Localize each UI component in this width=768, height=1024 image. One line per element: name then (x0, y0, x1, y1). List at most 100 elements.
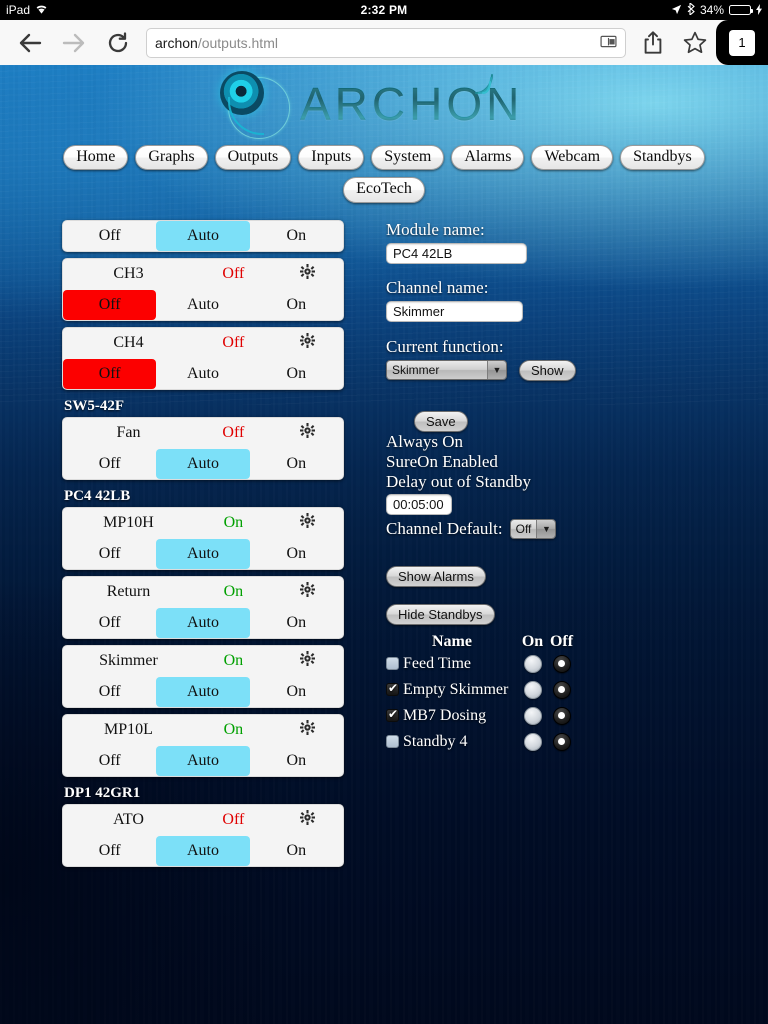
nav-button-graphs[interactable]: Graphs (135, 145, 208, 171)
channel-mode-button-off[interactable]: Off (63, 358, 157, 389)
url-address-bar[interactable]: archon/outputs.html (146, 27, 626, 58)
standby-off-cell (547, 680, 576, 699)
channel-mode-button-on[interactable]: On (250, 608, 343, 638)
channel-mode-button-on[interactable]: On (250, 449, 343, 479)
channel-mode-button-on[interactable]: On (250, 290, 343, 320)
channel-status-text: On (223, 721, 244, 739)
nav-button-system[interactable]: System (371, 145, 445, 171)
charging-bolt-icon (756, 3, 762, 17)
channel-mode-button-auto[interactable]: Auto (156, 448, 250, 479)
channel-mode-button-auto[interactable]: Auto (156, 290, 249, 320)
back-button[interactable] (8, 21, 52, 65)
nav-button-inputs[interactable]: Inputs (298, 145, 365, 171)
channel-card: Off Auto On (62, 219, 344, 252)
tab-switcher-button[interactable]: 1 (716, 20, 768, 65)
channel-mode-button-on[interactable]: On (250, 836, 343, 866)
gear-icon[interactable] (275, 810, 341, 830)
channel-card-header: ATO Off (63, 805, 343, 836)
nav-button-standbys[interactable]: Standbys (620, 145, 705, 171)
standby-off-radio[interactable] (552, 732, 571, 751)
reload-button[interactable] (96, 21, 140, 65)
channel-status-text: Off (222, 811, 245, 829)
status-bar-right: 34% (568, 2, 768, 17)
nav-button-ecotech[interactable]: EcoTech (343, 177, 425, 203)
standby-on-radio[interactable] (523, 732, 542, 751)
nav-button-home[interactable]: Home (63, 145, 129, 171)
channel-mode-button-on[interactable]: On (250, 746, 343, 776)
channel-mode-button-on[interactable]: On (250, 539, 343, 569)
reader-view-icon[interactable] (600, 35, 617, 51)
current-function-label: Current function: (386, 336, 504, 356)
channel-mode-button-on[interactable]: On (250, 221, 343, 251)
channel-mode-button-on[interactable]: On (250, 677, 343, 707)
standby-enable-checkbox[interactable] (386, 707, 399, 723)
gear-icon[interactable] (275, 423, 341, 443)
channel-list: Off Auto On CH3 Off Off Auto On CH4 Off Off Auto On S… (62, 219, 344, 873)
standby-enable-checkbox[interactable] (386, 735, 399, 749)
gear-icon[interactable] (275, 651, 341, 671)
current-function-select[interactable]: Skimmer ▼ (386, 360, 507, 381)
standby-off-radio[interactable] (552, 654, 571, 673)
gear-icon[interactable] (275, 264, 341, 284)
share-button[interactable] (632, 21, 674, 65)
channel-mode-button-auto[interactable]: Auto (156, 745, 250, 776)
chevron-down-icon: ▼ (487, 361, 506, 380)
device-name-label: iPad (6, 3, 31, 17)
show-button[interactable]: Show (519, 359, 576, 381)
channel-mode-button-auto[interactable]: Auto (156, 359, 249, 389)
delay-time-input[interactable]: 00:05:00 (386, 493, 452, 515)
channel-mode-button-auto[interactable]: Auto (156, 676, 250, 707)
nav-button-webcam[interactable]: Webcam (531, 145, 614, 171)
bookmark-star-button[interactable] (674, 21, 716, 65)
channel-default-label: Channel Default: (386, 518, 503, 538)
module-name-input[interactable]: PC4 42LB (386, 242, 527, 264)
standby-on-radio[interactable] (523, 654, 542, 673)
standby-enable-checkbox[interactable] (386, 657, 399, 671)
channel-status-text: Off (222, 265, 245, 283)
show-alarms-button[interactable]: Show Alarms (386, 565, 486, 587)
wifi-icon (35, 4, 48, 17)
standby-on-radio[interactable] (523, 680, 542, 699)
channel-mode-buttons: Off Auto On (63, 538, 343, 569)
nav-button-outputs[interactable]: Outputs (214, 145, 292, 171)
gear-icon[interactable] (275, 720, 341, 740)
channel-mode-button-auto[interactable]: Auto (156, 607, 250, 638)
channel-mode-button-off[interactable]: Off (63, 836, 156, 866)
gear-icon[interactable] (275, 582, 341, 602)
archon-logo: ARCHON (214, 71, 519, 141)
channel-name-input[interactable]: Skimmer (386, 300, 523, 322)
nav-button-alarms[interactable]: Alarms (451, 145, 525, 171)
channel-status-text: Off (222, 334, 245, 352)
standby-on-radio[interactable] (523, 706, 542, 725)
channel-mode-button-auto[interactable]: Auto (156, 835, 250, 866)
delay-out-of-standby-label: Delay out of Standby (386, 471, 531, 491)
channel-card-header: Return On (63, 577, 343, 608)
channel-mode-button-on[interactable]: On (250, 359, 343, 389)
browser-toolbar: archon/outputs.html 1 (0, 20, 768, 65)
channel-mode-button-off[interactable]: Off (63, 539, 156, 569)
gear-icon[interactable] (275, 333, 341, 353)
standby-off-radio[interactable] (552, 680, 571, 699)
module-group-header: SW5-42F (64, 397, 124, 414)
channel-mode-button-off[interactable]: Off (63, 746, 156, 776)
channel-mode-button-auto[interactable]: Auto (156, 538, 250, 569)
channel-mode-button-off[interactable]: Off (63, 677, 156, 707)
standby-off-radio[interactable] (552, 706, 571, 725)
forward-button[interactable] (52, 21, 96, 65)
channel-mode-button-off[interactable]: Off (63, 608, 156, 638)
channel-mode-button-off[interactable]: Off (63, 449, 156, 479)
channel-card-name: CH4 (113, 334, 144, 352)
channel-status-text: On (223, 583, 244, 601)
standby-enable-checkbox[interactable] (386, 681, 399, 697)
channel-mode-button-off[interactable]: Off (63, 221, 156, 251)
hide-standbys-button[interactable]: Hide Standbys (386, 603, 495, 625)
channel-status-text: On (223, 652, 244, 670)
standby-name-label: Standby 4 (403, 732, 468, 750)
channel-mode-buttons: Off Auto On (63, 835, 343, 866)
save-button[interactable]: Save (414, 410, 468, 432)
channel-mode-button-off[interactable]: Off (63, 289, 157, 320)
standby-on-cell (518, 680, 547, 699)
channel-default-select[interactable]: Off ▼ (509, 518, 557, 539)
gear-icon[interactable] (275, 513, 341, 533)
channel-mode-button-auto[interactable]: Auto (156, 220, 250, 251)
